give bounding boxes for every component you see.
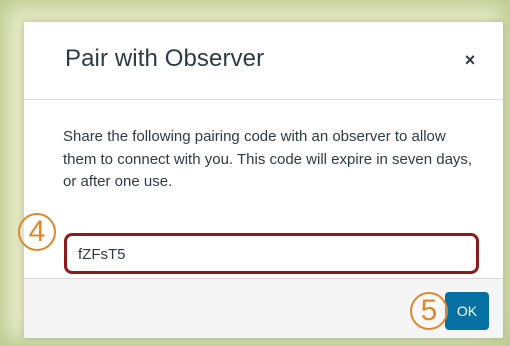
close-icon[interactable]: × bbox=[460, 48, 480, 72]
pair-with-observer-dialog: Pair with Observer × Share the following… bbox=[24, 22, 503, 338]
dialog-title: Pair with Observer bbox=[65, 45, 265, 72]
ok-button[interactable]: OK bbox=[445, 292, 489, 330]
pairing-description: Share the following pairing code with an… bbox=[63, 128, 473, 190]
pairing-code-box: fZFsT5 bbox=[64, 233, 479, 274]
pairing-code: fZFsT5 bbox=[78, 246, 126, 263]
dialog-body: Share the following pairing code with an… bbox=[24, 100, 503, 278]
step-4-badge: 4 bbox=[18, 213, 56, 251]
dialog-header: Pair with Observer × bbox=[24, 22, 503, 100]
step-5-badge: 5 bbox=[410, 292, 448, 330]
